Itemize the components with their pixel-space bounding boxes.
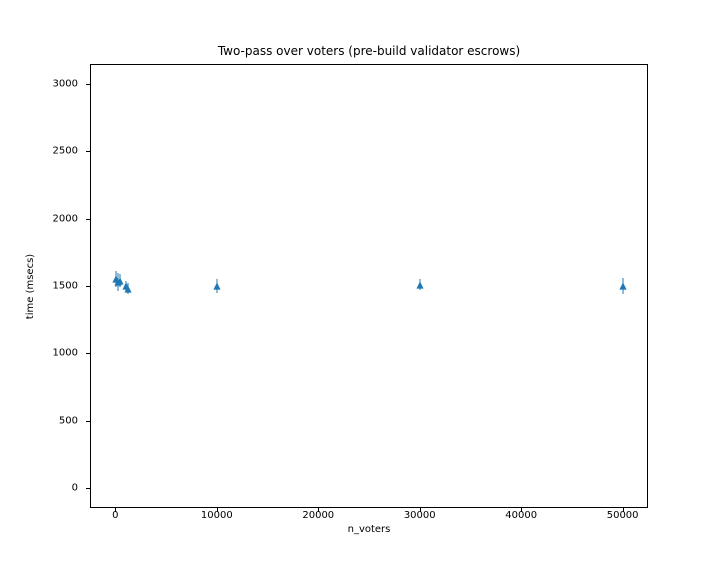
y-tick-mark xyxy=(86,286,90,287)
x-tick-label: 40000 xyxy=(505,510,537,521)
x-tick-label: 0 xyxy=(112,510,118,521)
error-bar xyxy=(118,273,119,292)
x-tick-label: 30000 xyxy=(404,510,436,521)
error-bar xyxy=(116,271,117,287)
error-bar xyxy=(125,281,126,292)
chart-title: Two-pass over voters (pre-build validato… xyxy=(90,44,648,58)
plot-area xyxy=(90,64,648,508)
y-tick-mark xyxy=(86,421,90,422)
y-tick-label: 1500 xyxy=(53,281,84,292)
y-tick-label: 2000 xyxy=(53,213,84,224)
x-axis-label: n_voters xyxy=(90,524,648,535)
y-tick-label: 1000 xyxy=(53,348,84,359)
y-tick-mark xyxy=(86,84,90,85)
y-tick-mark xyxy=(86,353,90,354)
y-tick-label: 500 xyxy=(59,415,84,426)
error-bar xyxy=(419,279,420,290)
x-tick-label: 10000 xyxy=(201,510,233,521)
y-tick-label: 0 xyxy=(72,482,84,493)
error-bar xyxy=(127,283,128,294)
figure: Two-pass over voters (pre-build validato… xyxy=(0,0,720,576)
y-axis-label: time (msecs) xyxy=(24,64,38,508)
y-tick-label: 3000 xyxy=(53,79,84,90)
y-tick-mark xyxy=(86,488,90,489)
y-tick-mark xyxy=(86,219,90,220)
x-tick-label: 50000 xyxy=(607,510,639,521)
error-bar xyxy=(216,279,217,292)
y-tick-label: 2500 xyxy=(53,146,84,157)
error-bar xyxy=(622,278,623,294)
error-bar xyxy=(120,274,121,287)
x-tick-label: 20000 xyxy=(302,510,334,521)
y-tick-mark xyxy=(86,151,90,152)
